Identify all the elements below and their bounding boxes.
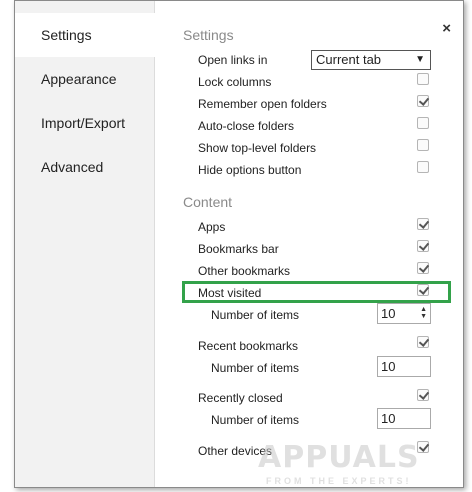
lock-columns-label: Lock columns xyxy=(198,75,272,89)
most-visited-items-input[interactable]: 10 ▲ ▼ xyxy=(377,303,431,324)
auto-close-folders-label: Auto-close folders xyxy=(198,119,295,133)
most-visited-checkbox[interactable] xyxy=(417,284,429,296)
recently-closed-label: Recently closed xyxy=(198,391,283,405)
open-links-value: Current tab xyxy=(316,52,382,67)
show-top-level-folders-checkbox[interactable] xyxy=(417,139,429,151)
recently-closed-items-value: 10 xyxy=(381,411,396,426)
other-bookmarks-label: Other bookmarks xyxy=(198,264,291,278)
most-visited-label: Most visited xyxy=(198,286,262,300)
content-section-title: Content xyxy=(183,194,233,210)
open-links-label: Open links in xyxy=(198,53,268,67)
recently-closed-items-input[interactable]: 10 xyxy=(377,408,431,429)
bookmarks-bar-label: Bookmarks bar xyxy=(198,242,279,256)
sidebar: Settings Appearance Import/Export Advanc… xyxy=(15,1,156,487)
sidebar-item-advanced[interactable]: Advanced xyxy=(15,145,155,189)
recent-bookmarks-items-value: 10 xyxy=(381,359,396,374)
most-visited-items-value: 10 xyxy=(381,306,396,321)
recent-bookmarks-label: Recent bookmarks xyxy=(198,339,299,353)
spinner-icon[interactable]: ▲ ▼ xyxy=(420,306,427,320)
recent-bookmarks-items-label: Number of items xyxy=(211,361,300,375)
other-bookmarks-checkbox[interactable] xyxy=(417,262,429,274)
show-top-level-folders-label: Show top-level folders xyxy=(198,141,317,155)
recently-closed-items-label: Number of items xyxy=(211,413,300,427)
other-devices-checkbox[interactable] xyxy=(417,441,429,453)
auto-close-folders-checkbox[interactable] xyxy=(417,117,429,129)
sidebar-item-appearance[interactable]: Appearance xyxy=(15,57,155,101)
apps-checkbox[interactable] xyxy=(417,218,429,230)
sidebar-item-import-export[interactable]: Import/Export xyxy=(15,101,155,145)
remember-open-folders-checkbox[interactable] xyxy=(417,95,429,107)
bookmarks-bar-checkbox[interactable] xyxy=(417,240,429,252)
remember-open-folders-label: Remember open folders xyxy=(198,97,327,111)
recently-closed-checkbox[interactable] xyxy=(417,389,429,401)
lock-columns-checkbox[interactable] xyxy=(417,73,429,85)
settings-dialog: Settings Appearance Import/Export Advanc… xyxy=(14,0,464,488)
other-devices-label: Other devices xyxy=(198,444,273,458)
close-icon[interactable]: × xyxy=(442,21,451,36)
hide-options-button-label: Hide options button xyxy=(198,163,302,177)
open-links-select[interactable]: Current tab ▼ xyxy=(311,50,431,70)
hide-options-button-checkbox[interactable] xyxy=(417,161,429,173)
settings-section-title: Settings xyxy=(183,27,234,43)
chevron-down-icon: ▼ xyxy=(415,54,425,65)
apps-label: Apps xyxy=(198,220,226,234)
most-visited-items-label: Number of items xyxy=(211,308,300,322)
sidebar-item-settings[interactable]: Settings xyxy=(15,13,156,57)
recent-bookmarks-items-input[interactable]: 10 xyxy=(377,356,431,377)
recent-bookmarks-checkbox[interactable] xyxy=(417,336,429,348)
